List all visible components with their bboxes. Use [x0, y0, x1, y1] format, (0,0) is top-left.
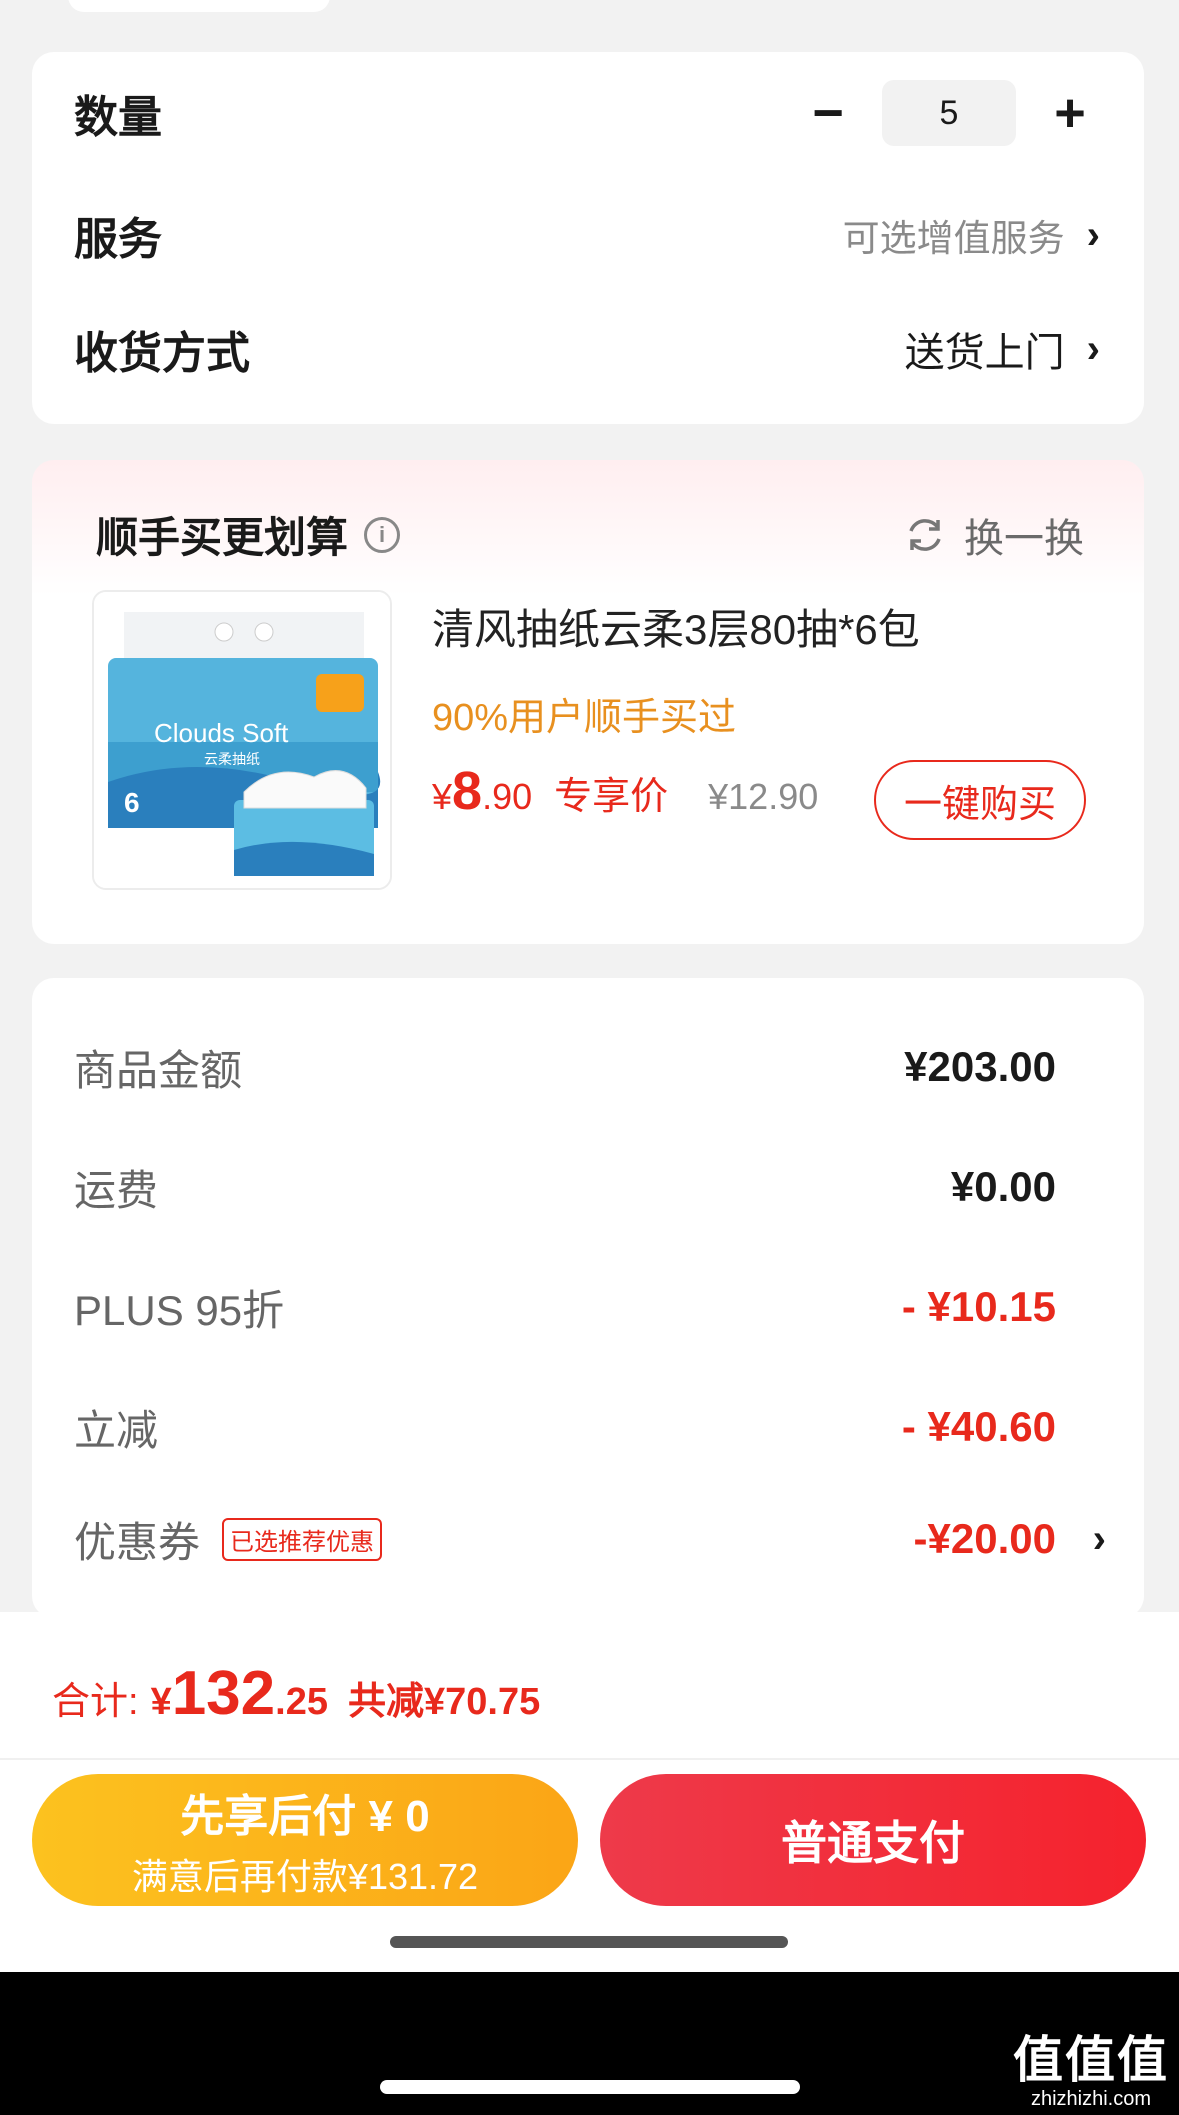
product-name[interactable]: 清风抽纸云柔3层80抽*6包	[432, 596, 920, 657]
refresh-button[interactable]: 换一换	[904, 506, 1084, 564]
increase-button[interactable]: +	[1040, 83, 1100, 143]
watermark-url: zhizhizhi.com	[1030, 2088, 1152, 2110]
summary-label: 运费	[74, 1166, 159, 1214]
quantity-stepper: − 5 +	[798, 80, 1100, 146]
pay-later-subtitle: 满意后再付款¥131.72	[131, 1856, 479, 1897]
watermark: 值值值 zhizhizhi.com	[1013, 2020, 1169, 2111]
previous-card-stub	[68, 0, 330, 12]
refresh-icon	[909, 519, 941, 551]
recommendation-title: 顺手买更划算 i	[96, 504, 401, 565]
delivery-label: 收货方式	[74, 329, 250, 378]
summary-value: ¥0.00	[950, 1163, 1056, 1210]
chevron-right-icon: ›	[1086, 326, 1100, 371]
quantity-value[interactable]: 5	[882, 80, 1016, 146]
home-indicator-system[interactable]	[380, 2080, 800, 2094]
refresh-label: 换一换	[964, 517, 1084, 561]
original-price: ¥12.90	[708, 776, 819, 817]
chevron-right-icon: ›	[1092, 1516, 1106, 1561]
checkout-bar: 合计: ¥ 132 .25 共减¥70.75 先享后付 ¥ 0 满意后再付款¥1…	[0, 1612, 1179, 1972]
price-label: 专享价	[554, 776, 669, 818]
total-decimal: .25	[275, 1681, 328, 1723]
chevron-right-icon: ›	[1086, 212, 1100, 257]
summary-label: PLUS 95折	[74, 1286, 285, 1334]
delivery-value-text: 送货上门	[904, 331, 1065, 375]
service-label: 服务	[74, 215, 162, 264]
decrease-button[interactable]: −	[798, 83, 858, 143]
summary-value: ¥203.00	[904, 1043, 1056, 1090]
delivery-value: 送货上门 ›	[905, 320, 1100, 378]
recommendation-title-text: 顺手买更划算	[96, 514, 349, 561]
summary-label: 商品金额	[74, 1046, 243, 1094]
one-click-buy-button[interactable]: 一键购买	[874, 760, 1086, 840]
order-total: 合计: ¥ 132 .25 共减¥70.75	[52, 1658, 540, 1729]
tissue-pack-image: Clouds Soft 云柔抽纸 6	[94, 592, 390, 888]
home-indicator	[390, 1936, 788, 1948]
total-label: 合计:	[52, 1681, 139, 1723]
normal-pay-button[interactable]: 普通支付	[600, 1774, 1146, 1906]
total-currency: ¥	[150, 1681, 172, 1723]
recommendation-card: 顺手买更划算 i 换一换 Clouds Soft 云柔抽纸 6 清风抽纸云柔3层…	[32, 460, 1144, 944]
summary-label: 立减	[74, 1406, 159, 1454]
summary-value: - ¥40.60	[901, 1403, 1056, 1450]
service-value-text: 可选增值服务	[842, 218, 1065, 259]
total-saved: 共减¥70.75	[347, 1681, 541, 1723]
quantity-row: 数量 − 5 +	[74, 78, 1100, 148]
product-image[interactable]: Clouds Soft 云柔抽纸 6	[92, 590, 392, 890]
price-integer: 8	[452, 761, 483, 821]
delivery-row[interactable]: 收货方式 送货上门 ›	[74, 314, 1100, 384]
coupon-label-group: 优惠券 已选推荐优惠	[74, 1509, 383, 1570]
coupon-tag: 已选推荐优惠	[222, 1517, 383, 1561]
coupon-value: -¥20.00	[913, 1515, 1056, 1562]
service-value: 可选增值服务 ›	[843, 208, 1100, 262]
service-row[interactable]: 服务 可选增值服务 ›	[74, 200, 1100, 270]
summary-row: 商品金额 ¥203.00	[74, 1032, 1056, 1102]
summary-row: PLUS 95折 - ¥10.15	[74, 1272, 1056, 1342]
price-currency: ¥	[432, 776, 453, 817]
pay-later-title: 先享后付 ¥ 0	[180, 1792, 430, 1841]
image-brand-cn-text: 云柔抽纸	[204, 752, 260, 768]
total-integer: 132	[171, 1659, 276, 1728]
pay-later-button[interactable]: 先享后付 ¥ 0 满意后再付款¥131.72	[32, 1774, 578, 1906]
summary-value: - ¥10.15	[901, 1283, 1056, 1330]
summary-row: 立减 - ¥40.60	[74, 1392, 1056, 1462]
summary-row: 运费 ¥0.00	[74, 1152, 1056, 1222]
coupon-label: 优惠券	[74, 1518, 201, 1566]
divider	[0, 1758, 1179, 1760]
image-pack-count: 6	[124, 787, 140, 818]
price-summary-card: 商品金额 ¥203.00 运费 ¥0.00 PLUS 95折 - ¥10.15 …	[32, 978, 1144, 1618]
image-brand-text: Clouds Soft	[154, 718, 289, 748]
quantity-label: 数量	[74, 93, 162, 142]
price-decimal: .90	[482, 776, 533, 817]
order-options-card: 数量 − 5 + 服务 可选增值服务 › 收货方式 送货上门 ›	[32, 52, 1144, 424]
watermark-logo: 值值值	[1013, 2032, 1169, 2088]
info-icon[interactable]: i	[364, 516, 401, 553]
product-tag: 90%用户顺手买过	[432, 697, 737, 739]
coupon-row[interactable]: 优惠券 已选推荐优惠 -¥20.00 ›	[74, 1504, 1106, 1574]
